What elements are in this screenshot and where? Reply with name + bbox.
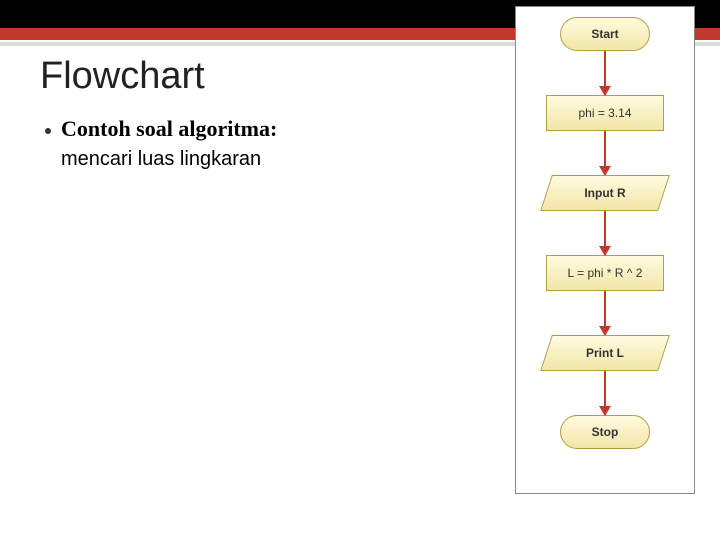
flowchart-process-l: L = phi * R ^ 2 [546, 255, 664, 291]
bullet-dot-icon [45, 128, 51, 134]
flowchart-input-r: Input R [546, 175, 664, 211]
bullet-desc: mencari luas lingkaran [61, 148, 261, 170]
flowchart-panel: Start phi = 3.14 Input R L = phi * R ^ 2… [515, 6, 695, 494]
bullet-subhead: Contoh soal algoritma: [61, 116, 277, 141]
bullet-text: Contoh soal algoritma: mencari luas ling… [61, 115, 277, 172]
page-title: Flowchart [40, 55, 205, 98]
arrow-down-icon [604, 371, 606, 415]
bullet-item: Contoh soal algoritma: mencari luas ling… [45, 115, 445, 172]
arrow-down-icon [604, 51, 606, 95]
arrow-down-icon [604, 211, 606, 255]
flowchart-process-phi: phi = 3.14 [546, 95, 664, 131]
flowchart-output-label: Print L [546, 335, 664, 371]
flowchart-stop: Stop [560, 415, 650, 449]
arrow-down-icon [604, 291, 606, 335]
flowchart-column: Start phi = 3.14 Input R L = phi * R ^ 2… [516, 17, 694, 449]
arrow-down-icon [604, 131, 606, 175]
flowchart-input-label: Input R [546, 175, 664, 211]
flowchart-start: Start [560, 17, 650, 51]
slide: Flowchart Contoh soal algoritma: mencari… [0, 0, 720, 540]
bullet-list: Contoh soal algoritma: mencari luas ling… [45, 115, 445, 172]
flowchart-output-l: Print L [546, 335, 664, 371]
